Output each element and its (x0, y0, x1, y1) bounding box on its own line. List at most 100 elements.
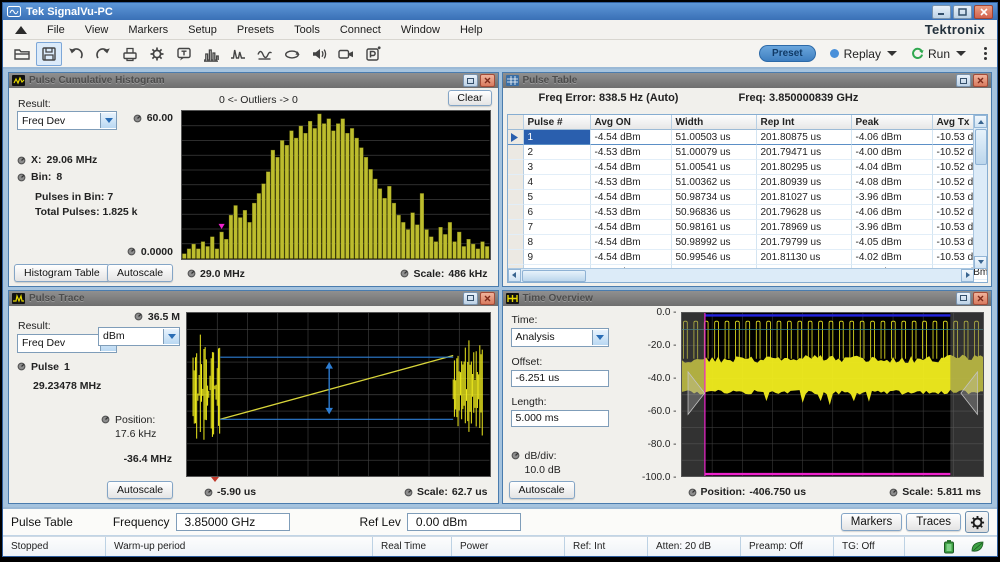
menu-help[interactable]: Help (450, 22, 493, 38)
adjust-knob-icon[interactable] (127, 247, 136, 256)
save-file-icon[interactable] (36, 42, 62, 66)
adjust-knob-icon[interactable] (204, 488, 213, 497)
row-selector-cell[interactable] (508, 250, 524, 265)
trace-marker-tick[interactable] (211, 477, 219, 482)
row-selector-cell[interactable] (508, 160, 524, 175)
menu-file[interactable]: File (37, 22, 75, 38)
settings-gear-icon[interactable] (144, 42, 170, 66)
adjust-knob-icon[interactable] (17, 156, 26, 165)
scroll-down-button[interactable] (974, 256, 987, 269)
spin-3d-icon[interactable] (279, 42, 305, 66)
preset-button[interactable]: Preset (759, 45, 816, 62)
row-selector-cell[interactable] (508, 175, 524, 190)
histogram-panel-titlebar[interactable]: Pulse Cumulative Histogram (9, 73, 498, 88)
trace-unit-select[interactable]: dBm (98, 327, 180, 346)
time-select[interactable]: Analysis (511, 328, 609, 347)
row-selector-cell[interactable] (508, 220, 524, 235)
maximize-button[interactable] (953, 5, 972, 19)
row-selector-cell[interactable] (508, 235, 524, 250)
table-row[interactable]: 2-4.53 dBm51.00079 us201.79471 us-4.00 d… (508, 145, 988, 160)
table-row[interactable]: 3-4.54 dBm51.00541 us201.80295 us-4.04 d… (508, 160, 988, 175)
column-header[interactable]: Pulse # (524, 115, 591, 130)
histogram-restore-button[interactable] (463, 74, 478, 87)
table-row[interactable]: 8-4.54 dBm50.98992 us201.79799 us-4.05 d… (508, 235, 988, 250)
row-selector-cell[interactable] (508, 190, 524, 205)
chevron-down-icon[interactable] (592, 330, 608, 345)
text-note-icon[interactable] (171, 42, 197, 66)
offset-input[interactable]: -6.251 us (511, 370, 609, 387)
histogram-close-button[interactable] (480, 74, 495, 87)
row-selector-cell[interactable] (508, 145, 524, 160)
table-row[interactable]: 4-4.53 dBm51.00362 us201.80939 us-4.08 d… (508, 175, 988, 190)
column-header[interactable]: Width (672, 115, 757, 130)
trace-marks-icon[interactable] (252, 42, 278, 66)
trace-autoscale-button[interactable]: Autoscale (107, 481, 173, 499)
pulse-table-horizontal-scrollbar[interactable] (508, 268, 975, 282)
time-overview-plot[interactable] (681, 312, 985, 478)
frequency-input[interactable]: 3.85000 GHz (176, 513, 290, 531)
print-icon[interactable] (117, 42, 143, 66)
eject-icon[interactable] (15, 26, 27, 34)
vertical-scroll-thumb[interactable] (975, 129, 987, 165)
pulse-table-restore-button[interactable] (956, 74, 971, 87)
redo-icon[interactable] (90, 42, 116, 66)
ref-lev-input[interactable]: 0.00 dBm (407, 513, 521, 531)
table-row[interactable]: 9-4.54 dBm50.99546 us201.81130 us-4.02 d… (508, 250, 988, 265)
row-selector-cell[interactable] (508, 205, 524, 220)
capture-video-icon[interactable] (333, 42, 359, 66)
scroll-left-button[interactable] (508, 269, 521, 282)
more-options-icon[interactable] (984, 47, 987, 60)
pulse-trace-titlebar[interactable]: Pulse Trace (9, 291, 498, 306)
audio-icon[interactable] (306, 42, 332, 66)
table-row[interactable]: 6-4.53 dBm50.96836 us201.79628 us-4.06 d… (508, 205, 988, 220)
chevron-down-icon[interactable] (887, 51, 897, 56)
replay-control[interactable]: Replay (830, 47, 897, 61)
adjust-knob-icon[interactable] (134, 312, 143, 321)
adjust-knob-icon[interactable] (17, 173, 26, 182)
menu-window[interactable]: Window (391, 22, 450, 38)
row-selector-cell[interactable] (508, 130, 524, 145)
open-file-icon[interactable] (9, 42, 35, 66)
chevron-down-icon[interactable] (100, 113, 116, 128)
menu-connect[interactable]: Connect (330, 22, 391, 38)
histogram-plot[interactable] (181, 110, 491, 260)
chevron-down-icon[interactable] (163, 329, 179, 344)
pulse-table-grid[interactable]: Pulse #Avg ONWidthRep IntPeakAvg TxRise1… (507, 114, 989, 283)
histogram-clear-button[interactable]: Clear (448, 90, 491, 106)
pulse-trace-close-button[interactable] (480, 292, 495, 305)
column-header[interactable]: Peak (852, 115, 933, 130)
markers-button[interactable]: Markers (841, 513, 903, 531)
scroll-right-button[interactable] (961, 269, 974, 282)
column-header[interactable]: Rep Int (757, 115, 852, 130)
close-button[interactable] (974, 5, 993, 19)
pulse-table-vertical-scrollbar[interactable] (973, 115, 987, 269)
menu-setup[interactable]: Setup (178, 22, 227, 38)
horizontal-scroll-thumb[interactable] (522, 270, 586, 282)
undo-icon[interactable] (63, 42, 89, 66)
time-overview-close-button[interactable] (973, 292, 988, 305)
table-row[interactable]: 7-4.54 dBm50.98161 us201.78969 us-3.96 d… (508, 220, 988, 235)
pulse-trace-restore-button[interactable] (463, 292, 478, 305)
adjust-knob-icon[interactable] (404, 488, 413, 497)
chevron-down-icon[interactable] (956, 51, 966, 56)
adjust-knob-icon[interactable] (187, 269, 196, 278)
minimize-button[interactable] (932, 5, 951, 19)
column-header[interactable]: Avg ON (591, 115, 672, 130)
table-row[interactable]: 1-4.54 dBm51.00503 us201.80875 us-4.06 d… (508, 130, 988, 145)
adjust-knob-icon[interactable] (101, 415, 110, 424)
preset-marker-icon[interactable] (360, 42, 386, 66)
scroll-up-button[interactable] (974, 115, 987, 128)
histogram-table-button[interactable]: Histogram Table (14, 264, 110, 282)
display-settings-gear-button[interactable] (965, 511, 989, 533)
table-row[interactable]: 5-4.54 dBm50.98734 us201.81027 us-3.96 d… (508, 190, 988, 205)
pulse-table-close-button[interactable] (973, 74, 988, 87)
time-overview-titlebar[interactable]: Time Overview (503, 291, 992, 306)
pulse-histogram-icon[interactable] (198, 42, 224, 66)
histogram-autoscale-button[interactable]: Autoscale (107, 264, 173, 282)
pulse-trace-icon[interactable] (225, 42, 251, 66)
time-overview-restore-button[interactable] (956, 292, 971, 305)
pulse-table-titlebar[interactable]: Pulse Table (503, 73, 992, 88)
menu-tools[interactable]: Tools (284, 22, 330, 38)
adjust-knob-icon[interactable] (688, 488, 697, 497)
adjust-knob-icon[interactable] (511, 451, 520, 460)
